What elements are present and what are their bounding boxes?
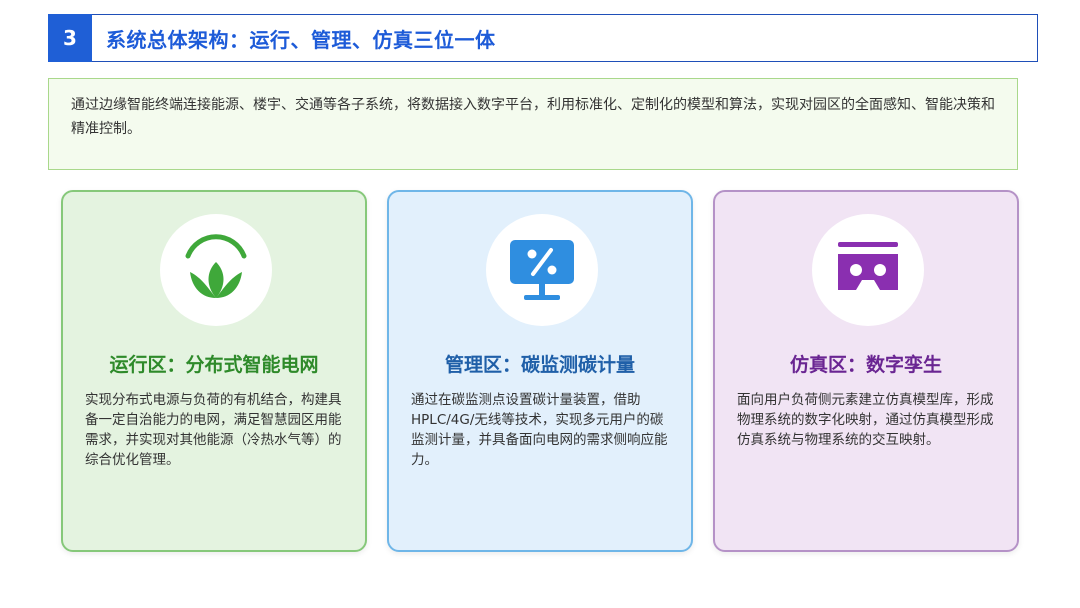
- card-title: 管理区：碳监测碳计量: [444, 354, 635, 376]
- card-description: 实现分布式电源与负荷的有机结合，构建具备一定自治能力的电网，满足智慧园区用能需求…: [85, 392, 342, 468]
- card-icon-circle: [812, 214, 924, 326]
- section-header: 3 系统总体架构：运行、管理、仿真三位一体: [48, 13, 1038, 62]
- card-description: 通过在碳监测点设置碳计量装置，借助HPLC/4G/无线等技术，实现多元用户的碳监…: [411, 392, 668, 468]
- intro-box: 通过边缘智能终端连接能源、楼宇、交通等各子系统，将数据接入数字平台，利用标准化、…: [48, 78, 1018, 170]
- percent-monitor-icon: [510, 240, 574, 300]
- card-simulation-zone: 仿真区：数字孪生 面向用户负荷侧元素建立仿真模型库，形成物理系统的数字化映射，通…: [713, 190, 1019, 552]
- section-title: 系统总体架构：运行、管理、仿真三位一体: [106, 27, 496, 52]
- card-description: 面向用户负荷侧元素建立仿真模型库，形成物理系统的数字化映射，通过仿真模型形成仿真…: [737, 392, 994, 448]
- intro-text: 通过边缘智能终端连接能源、楼宇、交通等各子系统，将数据接入数字平台，利用标准化、…: [71, 97, 995, 137]
- card-icon-circle: [160, 214, 272, 326]
- card-operation-zone: 运行区：分布式智能电网 实现分布式电源与负荷的有机结合，构建具备一定自治能力的电…: [61, 190, 367, 552]
- lotus-icon: [185, 234, 247, 298]
- card-title: 仿真区：数字孪生: [789, 354, 942, 376]
- card-management-zone: 管理区：碳监测碳计量 通过在碳监测点设置碳计量装置，借助HPLC/4G/无线等技…: [387, 190, 693, 552]
- card-title: 运行区：分布式智能电网: [109, 354, 319, 376]
- section-number: 3: [48, 13, 92, 62]
- vr-headset-icon: [838, 242, 898, 290]
- card-icon-circle: [486, 214, 598, 326]
